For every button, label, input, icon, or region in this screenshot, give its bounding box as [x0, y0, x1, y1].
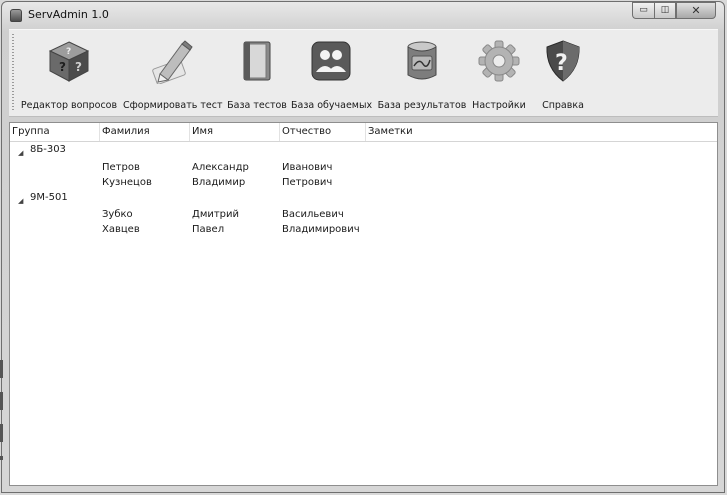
- maximize-button[interactable]: ◫: [654, 2, 676, 19]
- toolbar-button-tests-db[interactable]: База тестов: [227, 34, 287, 112]
- group-row-9m-501[interactable]: ◢ 9М-501: [10, 191, 717, 205]
- cell-name: Владимир: [192, 177, 246, 188]
- toolbar-label: Настройки: [472, 100, 526, 111]
- table-row[interactable]: Кузнецов Владимир Петрович: [10, 176, 717, 190]
- cell-name: Дмитрий: [192, 209, 240, 220]
- column-header-notes[interactable]: Заметки: [366, 123, 456, 141]
- column-header-name[interactable]: Имя: [190, 123, 280, 141]
- maximize-icon: ◫: [660, 5, 670, 15]
- toolbar-label: Справка: [542, 100, 584, 111]
- cell-surname: Зубко: [102, 209, 133, 220]
- table-row[interactable]: Хавцев Павел Владимирович: [10, 223, 717, 237]
- gear-icon: [478, 40, 520, 82]
- toolbar-button-question-editor[interactable]: ? ? ? Редактор вопросов: [17, 34, 121, 112]
- toolbar-grip[interactable]: [12, 34, 14, 112]
- cell-patronymic: Васильевич: [282, 209, 344, 220]
- table-row[interactable]: Зубко Дмитрий Васильевич: [10, 208, 717, 222]
- expander-icon[interactable]: ◢: [18, 146, 23, 160]
- toolbar-button-create-test[interactable]: Сформировать тест: [123, 34, 223, 112]
- app-icon: [10, 9, 22, 22]
- column-header-group[interactable]: Группа: [10, 123, 100, 141]
- expander-icon[interactable]: ◢: [18, 194, 23, 208]
- window-edge-marks: [0, 360, 3, 460]
- svg-text:?: ?: [555, 51, 568, 76]
- cell-surname: Петров: [102, 162, 140, 173]
- toolbar-label: База тестов: [227, 100, 287, 111]
- minimize-button[interactable]: ▭: [632, 2, 654, 19]
- toolbar-label: База обучаемых: [291, 100, 373, 111]
- toolbar-button-results-db[interactable]: База результатов: [377, 34, 467, 112]
- svg-text:?: ?: [66, 47, 71, 57]
- database-icon: [407, 41, 437, 80]
- toolbar-button-help[interactable]: ? Справка: [535, 34, 591, 112]
- help-shield-icon: ?: [546, 40, 580, 82]
- minimize-icon: ▭: [639, 5, 648, 15]
- svg-text:?: ?: [75, 60, 82, 74]
- close-button[interactable]: ✕: [676, 2, 716, 19]
- title-bar[interactable]: ServAdmin 1.0 ▭ ◫ ✕: [2, 2, 724, 28]
- svg-text:?: ?: [59, 60, 66, 74]
- group-name: 9М-501: [30, 192, 68, 203]
- window-controls: ▭ ◫ ✕: [632, 2, 716, 20]
- main-toolbar: ? ? ? Редактор вопросов Сформировать тес…: [9, 29, 718, 117]
- column-header-patronymic[interactable]: Отчество: [280, 123, 366, 141]
- cell-patronymic: Иванович: [282, 162, 333, 173]
- tree-list-view[interactable]: Группа Фамилия Имя Отчество Заметки ◢ 8Б…: [9, 122, 718, 486]
- people-icon: [311, 41, 351, 81]
- toolbar-button-settings[interactable]: Настройки: [471, 34, 527, 112]
- table-header: Группа Фамилия Имя Отчество Заметки: [10, 123, 717, 142]
- toolbar-button-students-db[interactable]: База обучаемых: [291, 34, 373, 112]
- window-title: ServAdmin 1.0: [28, 8, 109, 21]
- group-name: 8Б-303: [30, 144, 66, 155]
- cell-name: Александр: [192, 162, 249, 173]
- cell-name: Павел: [192, 224, 225, 235]
- group-row-8b-303[interactable]: ◢ 8Б-303: [10, 143, 717, 157]
- pencil-icon: [152, 40, 193, 84]
- toolbar-label: Редактор вопросов: [20, 100, 118, 111]
- app-window: ServAdmin 1.0 ▭ ◫ ✕ ? ? ? Редактор вопро…: [1, 1, 725, 493]
- table-row[interactable]: Петров Александр Иванович: [10, 161, 717, 175]
- column-header-surname[interactable]: Фамилия: [100, 123, 190, 141]
- cell-surname: Хавцев: [102, 224, 140, 235]
- toolbar-label: Сформировать тест: [123, 100, 223, 111]
- cell-surname: Кузнецов: [102, 177, 152, 188]
- close-icon: ✕: [691, 4, 701, 17]
- book-icon: [243, 41, 271, 81]
- toolbar-label: База результатов: [377, 100, 467, 111]
- question-cube-icon: ? ? ?: [48, 41, 90, 82]
- cell-patronymic: Владимирович: [282, 224, 360, 235]
- cell-patronymic: Петрович: [282, 177, 333, 188]
